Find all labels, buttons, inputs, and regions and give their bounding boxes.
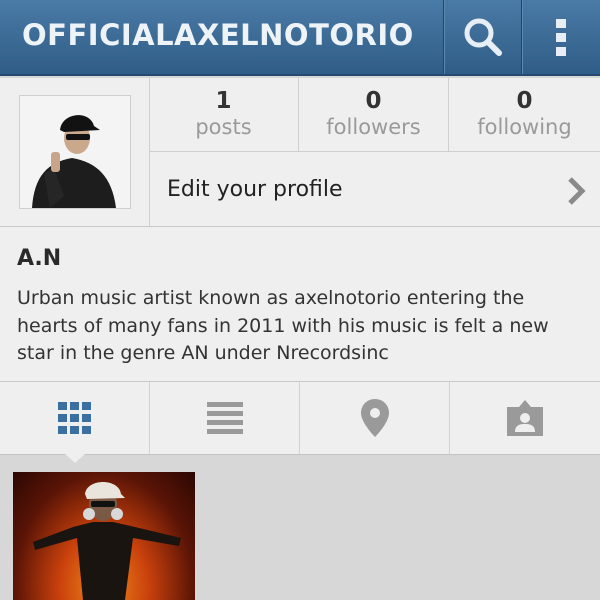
tagged-photos-icon [507, 400, 543, 436]
search-icon [464, 18, 502, 56]
following-label: following [477, 115, 572, 139]
followers-count: 0 [365, 88, 382, 114]
stat-followers[interactable]: 0 followers [299, 78, 449, 152]
search-button[interactable] [443, 0, 522, 74]
display-name: A.N [17, 246, 62, 271]
avatar[interactable] [19, 95, 131, 209]
profile-photo [20, 96, 130, 208]
list-view-icon [206, 402, 243, 434]
stat-posts[interactable]: 1 posts [149, 78, 299, 152]
followers-label: followers [326, 115, 421, 139]
view-tabs [0, 382, 600, 455]
tab-photo-map[interactable] [300, 382, 450, 454]
profile-bio: A.N Urban music artist known as axelnoto… [0, 227, 600, 382]
overflow-menu-icon [556, 19, 566, 56]
grid-view-icon [57, 402, 91, 434]
profile-username-title: OFFICIALAXELNOTORIO [22, 18, 414, 52]
stat-following[interactable]: 0 following [449, 78, 600, 152]
tab-tagged-photos[interactable] [450, 382, 600, 454]
profile-summary: 1 posts 0 followers 0 following Edit you… [0, 78, 600, 227]
edit-profile-button[interactable]: Edit your profile [150, 152, 600, 226]
bio-text: Urban music artist known as axelnotorio … [17, 287, 549, 364]
tab-grid-view[interactable] [0, 382, 150, 454]
chevron-right-icon [568, 177, 586, 205]
post-photo [33, 482, 181, 600]
overflow-menu-button[interactable] [521, 0, 600, 74]
avatar-cell [0, 78, 150, 226]
tab-list-view[interactable] [150, 382, 300, 454]
edit-profile-label: Edit your profile [167, 176, 343, 202]
following-count: 0 [516, 88, 533, 114]
posts-count: 1 [215, 88, 232, 114]
map-pin-icon [360, 399, 389, 437]
post-thumbnail[interactable] [13, 472, 195, 600]
app-header: OFFICIALAXELNOTORIO [0, 0, 600, 76]
posts-grid [0, 455, 600, 600]
posts-label: posts [195, 115, 252, 139]
